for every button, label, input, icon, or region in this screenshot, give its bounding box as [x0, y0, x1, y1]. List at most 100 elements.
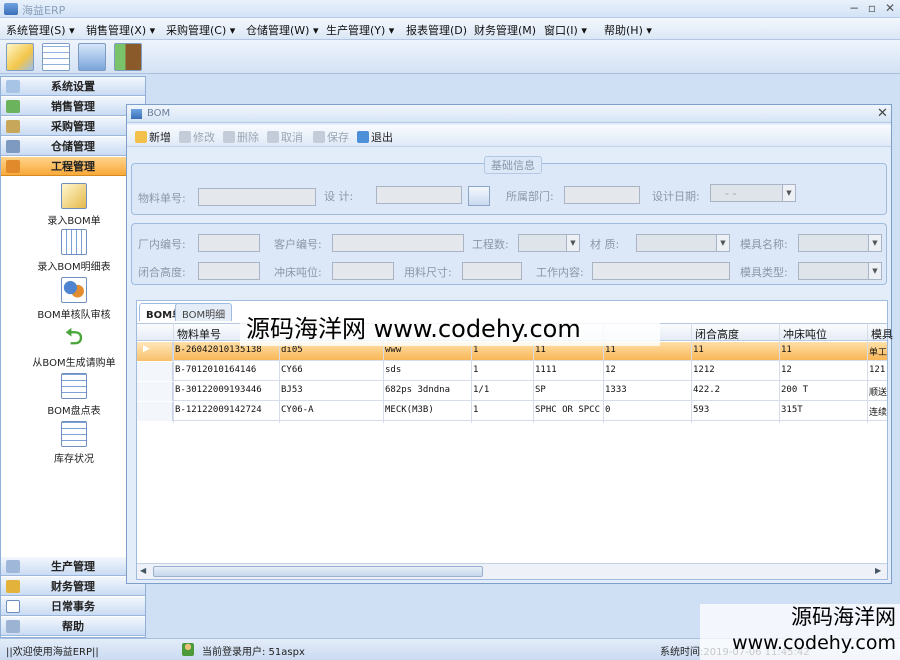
design-date-label: 设计日期:	[652, 190, 700, 203]
customer-no-input[interactable]	[332, 234, 464, 252]
save-button[interactable]: 保存	[313, 129, 349, 145]
exit-door-icon[interactable]	[114, 43, 142, 71]
close-height-input[interactable]	[198, 262, 260, 280]
design-date-value: - -	[725, 187, 737, 200]
material-select[interactable]: ▼	[636, 234, 730, 252]
scrollbar-thumb[interactable]	[153, 566, 483, 577]
press-tonnage-input[interactable]	[332, 262, 394, 280]
factory-no-input[interactable]	[198, 234, 260, 252]
new-button[interactable]: 新增	[135, 129, 171, 145]
cell-mold: 单工	[869, 348, 887, 358]
main-toolbar	[0, 40, 900, 74]
left-nav: 系统设置 销售管理 采购管理 仓储管理 工程管理 录入BOM单 录入BOM明细表…	[0, 76, 146, 638]
menu-finance[interactable]: 财务管理(M)	[474, 22, 536, 38]
cell: 12	[605, 365, 616, 375]
exit-button[interactable]: 退出	[357, 129, 393, 145]
delete-button[interactable]: 删除	[223, 129, 259, 145]
scroll-left-icon[interactable]: ◀	[140, 566, 146, 575]
cell-press-tonnage: 200 T	[781, 385, 809, 395]
engineer-icon	[6, 160, 20, 173]
cell: BJ53	[281, 385, 303, 395]
status-user: 当前登录用户: 51aspx	[202, 647, 305, 658]
cell: di05	[281, 345, 303, 355]
cell: 1	[473, 365, 479, 375]
table-row[interactable]: B-30122009193446 BJ53 682ps 3dndna 1/1 S…	[137, 382, 887, 401]
menu-help[interactable]: 帮助(H) ▾	[604, 22, 652, 38]
menu-window[interactable]: 窗口(I) ▾	[544, 22, 587, 38]
design-date-picker[interactable]: - - ▼	[710, 184, 796, 202]
app-logo-icon	[4, 3, 18, 15]
chevron-down-icon: ▼	[566, 235, 579, 251]
cell: 682ps 3dndna	[385, 385, 451, 395]
column-header[interactable]: 闭合高度	[695, 326, 739, 342]
edit-icon[interactable]	[6, 43, 34, 71]
minimize-button[interactable]: −	[846, 1, 862, 16]
nav-section-daily[interactable]: 日常事务	[1, 597, 145, 616]
row-selector[interactable]	[137, 362, 173, 381]
save-icon	[313, 131, 325, 143]
table-row[interactable]: B-7012010164146 CY66 sds 1 1111 12 1212 …	[137, 362, 887, 381]
menu-purchase[interactable]: 采购管理(C) ▾	[166, 22, 235, 38]
scroll-right-icon[interactable]: ▶	[875, 566, 881, 575]
grid-icon	[61, 421, 87, 447]
user-pick-icon[interactable]	[468, 186, 490, 206]
design-label: 设 计:	[324, 190, 354, 203]
cancel-button[interactable]: 取消	[267, 129, 303, 145]
column-header[interactable]: 物料单号	[177, 326, 221, 342]
cell-material-no: B-26042010135138	[175, 345, 262, 355]
close-height-label: 闭合高度:	[138, 266, 186, 279]
table-icon[interactable]	[42, 43, 70, 71]
close-icon[interactable]: ✕	[877, 106, 888, 121]
cell-mold: 连续	[869, 408, 887, 418]
nav-section-finance[interactable]: 财务管理	[1, 577, 145, 596]
mold-type-select[interactable]: ▼	[798, 262, 882, 280]
cell-close-height: 1212	[693, 365, 715, 375]
process-count-select[interactable]: ▼	[518, 234, 580, 252]
nav-section-help[interactable]: 帮助	[1, 617, 145, 636]
chevron-down-icon: ▼	[868, 235, 881, 251]
row-selector[interactable]	[137, 382, 173, 401]
material-size-input[interactable]	[462, 262, 522, 280]
modify-button[interactable]: 修改	[179, 129, 215, 145]
cell: 1	[473, 345, 479, 355]
chevron-down-icon: ▼	[868, 263, 881, 279]
watermark-corner: 源码海洋网 www.codehy.com	[700, 604, 900, 660]
exit-arrow-icon	[357, 131, 369, 143]
nav-section-production[interactable]: 生产管理	[1, 557, 145, 576]
window-icon	[131, 109, 142, 119]
report-icon[interactable]	[78, 43, 106, 71]
column-header[interactable]: 冲床吨位	[783, 326, 827, 342]
menu-production[interactable]: 生产管理(Y) ▾	[326, 22, 394, 38]
material-no-input[interactable]	[198, 188, 316, 206]
watermark-center: 源码海洋网 www.codehy.com	[240, 312, 660, 346]
design-input[interactable]	[376, 186, 462, 204]
tab-bom-detail[interactable]: BOM明细	[175, 303, 233, 321]
nav-section-purchase[interactable]: 采购管理	[1, 117, 145, 136]
mold-type-label: 模具类型:	[740, 266, 788, 279]
edit-form-icon	[61, 183, 87, 209]
process-count-label: 工程数:	[472, 238, 509, 251]
row-selector[interactable]	[137, 402, 173, 421]
menu-report[interactable]: 报表管理(D)	[406, 22, 467, 38]
nav-section-engineering[interactable]: 工程管理	[1, 157, 145, 176]
restore-button[interactable]: ▫	[864, 1, 880, 16]
group-title: 基础信息	[484, 156, 542, 174]
menu-system[interactable]: 系统管理(S) ▾	[6, 22, 75, 38]
department-input[interactable]	[564, 186, 640, 204]
mold-name-select[interactable]: ▼	[798, 234, 882, 252]
row-selector[interactable]: ▶	[137, 342, 173, 361]
menu-warehouse[interactable]: 仓储管理(W) ▾	[246, 22, 319, 38]
column-header[interactable]: 模具	[871, 326, 893, 342]
material-label: 材 质:	[590, 238, 620, 251]
close-button[interactable]: ✕	[882, 1, 898, 16]
table-row[interactable]: B-12122009142724 CY06-A MECK(M3B) 1 SPHC…	[137, 402, 887, 421]
work-content-input[interactable]	[592, 262, 730, 280]
menu-sales[interactable]: 销售管理(X) ▾	[86, 22, 155, 38]
material-no-label: 物料单号:	[138, 192, 186, 205]
horizontal-scrollbar[interactable]: ◀ ▶	[137, 563, 887, 579]
nav-section-warehouse[interactable]: 仓储管理	[1, 137, 145, 156]
title-bar: 海益ERP − ▫ ✕	[0, 0, 900, 18]
nav-section-sales[interactable]: 销售管理	[1, 97, 145, 116]
nav-section-system-settings[interactable]: 系统设置	[1, 77, 145, 96]
status-welcome: ||欢迎使用海益ERP||	[6, 647, 99, 658]
